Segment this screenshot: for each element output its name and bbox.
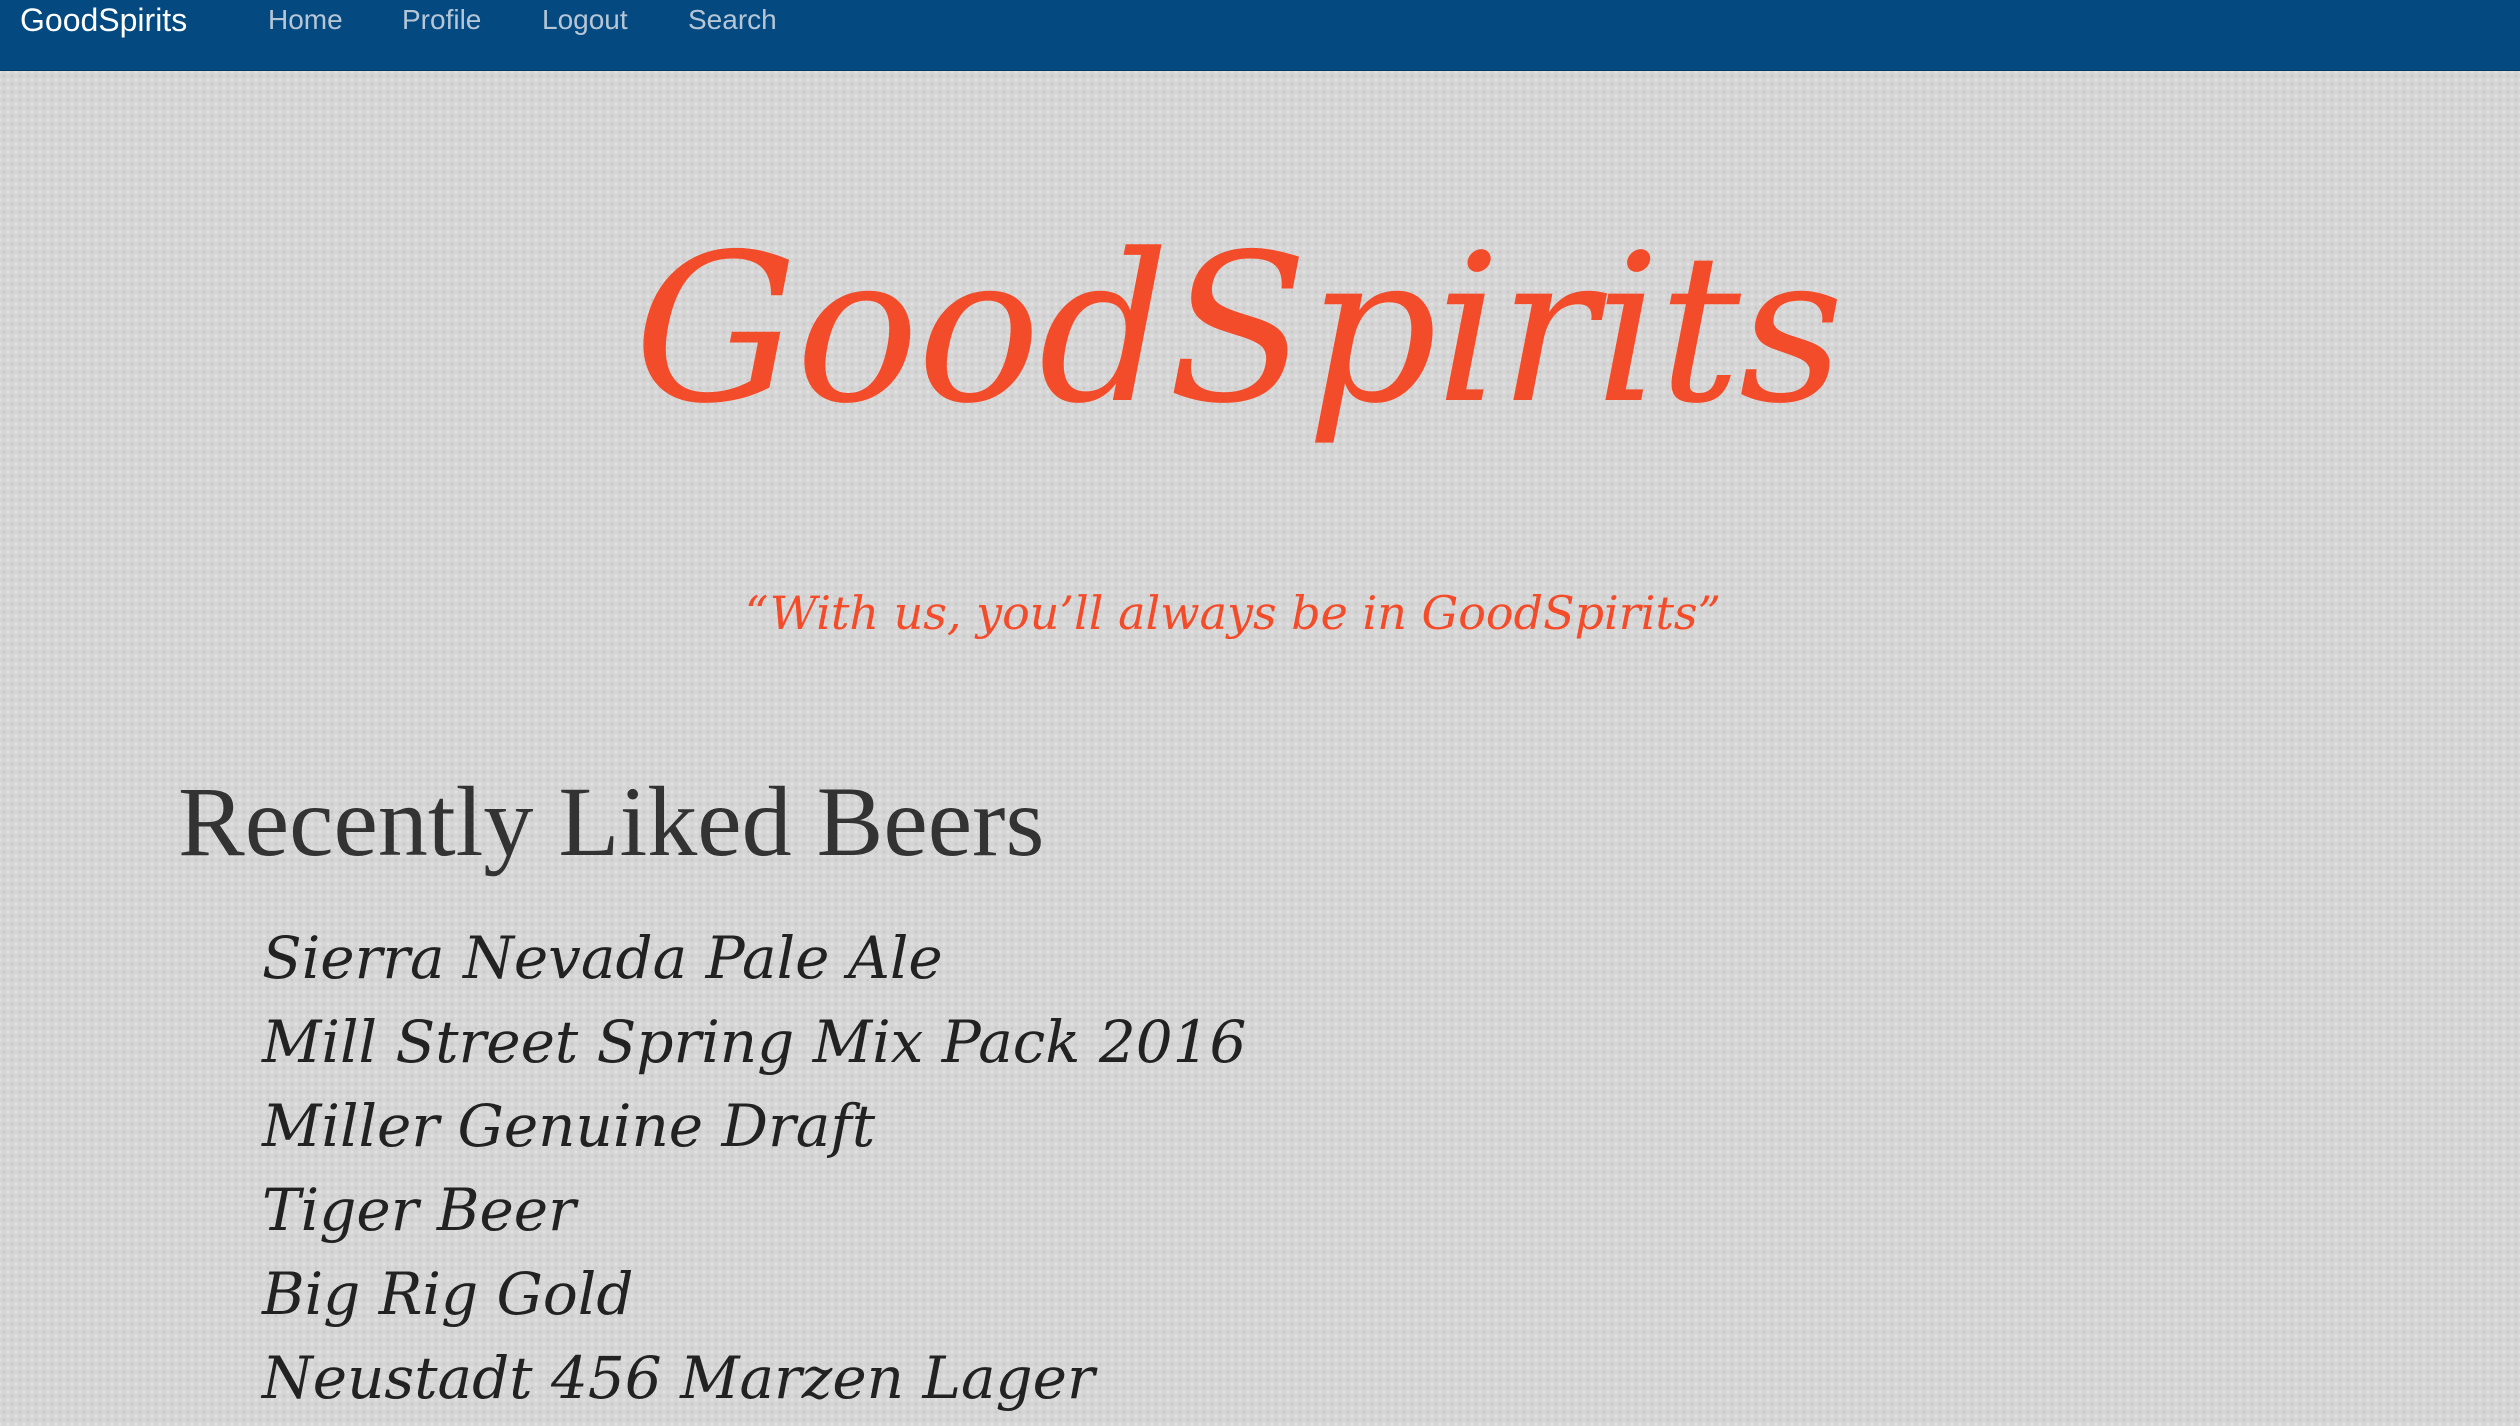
brand-link[interactable]: GoodSpirits [20,0,187,40]
nav-item-logout[interactable]: Logout [542,0,628,40]
nav-item-search[interactable]: Search [688,0,777,40]
beer-list-item[interactable]: Mill Street Spring Mix Pack 2016 [262,1000,1246,1084]
recently-liked-heading: Recently Liked Beers [178,766,1045,877]
hero-title: GoodSpirits [633,211,1844,449]
nav-item-profile[interactable]: Profile [402,0,481,40]
top-navbar: GoodSpirits Home Profile Logout Search [0,0,2520,71]
beer-list-item[interactable]: Sierra Nevada Pale Ale [262,916,1246,1000]
nav-item-home[interactable]: Home [268,0,343,40]
recently-liked-beer-list: Sierra Nevada Pale Ale Mill Street Sprin… [262,916,1246,1420]
beer-list-item[interactable]: Tiger Beer [262,1168,1246,1252]
beer-list-item[interactable]: Neustadt 456 Marzen Lager [262,1336,1246,1420]
hero-tagline: “With us, you’ll always be in GoodSpirit… [744,586,1722,640]
beer-list-item[interactable]: Miller Genuine Draft [262,1084,1246,1168]
beer-list-item[interactable]: Big Rig Gold [262,1252,1246,1336]
